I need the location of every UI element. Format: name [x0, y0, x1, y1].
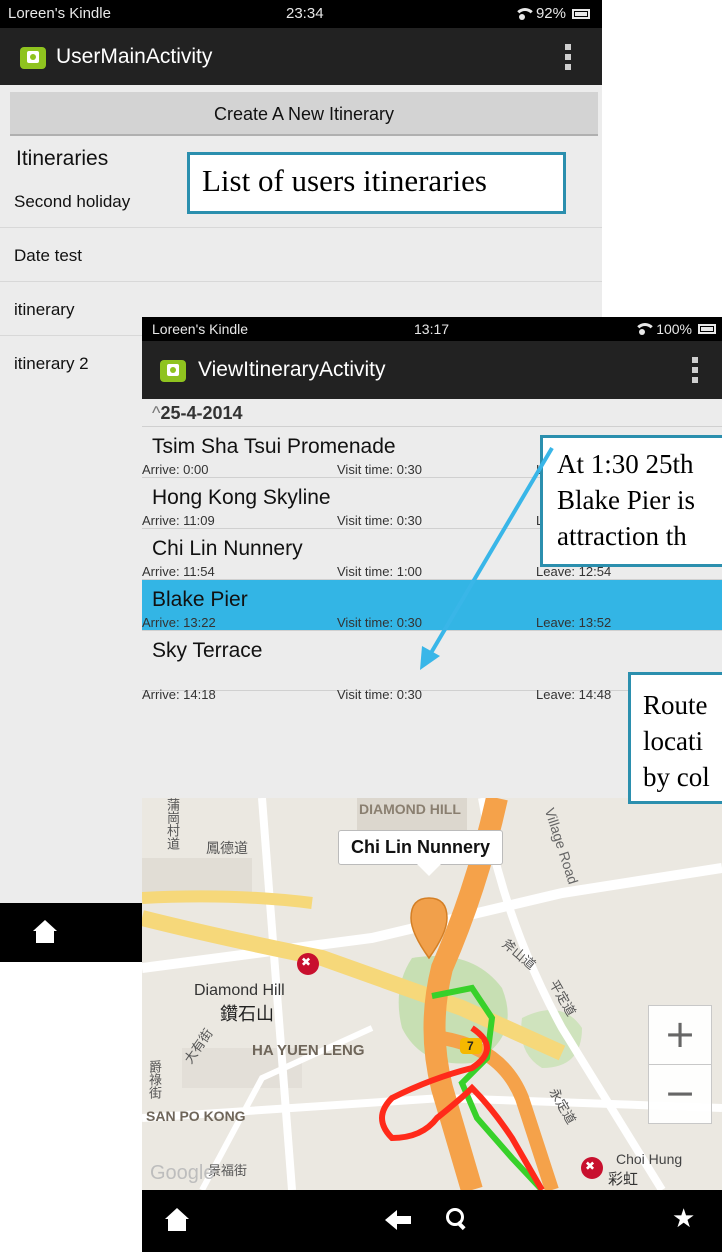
clock: 23:34: [286, 5, 324, 22]
activity-title: UserMainActivity: [56, 45, 213, 68]
star-icon[interactable]: ★: [672, 1204, 695, 1234]
wifi-icon: [513, 7, 536, 20]
callout-line: Blake Pier is: [557, 485, 695, 515]
status-bar: Loreen's Kindle 23:34 92%: [0, 0, 602, 28]
stop-arrive: Arrive: 14:18: [142, 687, 216, 702]
map-place-label: 彩虹: [608, 1170, 639, 1188]
google-logo: Google: [150, 1162, 215, 1184]
map-place-label: SAN PO KONG: [146, 1108, 246, 1124]
callout-arrow: [420, 446, 554, 670]
map-place-label: 爵祿街: [146, 1060, 161, 1099]
date-group-header[interactable]: ^25-4-2014: [142, 399, 722, 427]
battery-percent: 100%: [656, 321, 692, 337]
activity-title: ViewItineraryActivity: [198, 358, 386, 381]
stop-name: Tsim Sha Tsui Promenade: [152, 435, 396, 458]
battery-icon: [572, 8, 590, 19]
stop-visit: Visit time: 0:30: [337, 687, 423, 702]
zoom-in-button[interactable]: +: [648, 1005, 712, 1065]
stop-arrive: Arrive: 11:54: [142, 564, 215, 579]
map-place-label: HA YUEN LENG: [252, 1042, 365, 1059]
callout-current-attraction: At 1:30 25th Blake Pier is attraction th: [540, 435, 722, 567]
itinerary-label: Second holiday: [14, 192, 131, 211]
marker-info-window[interactable]: Chi Lin Nunnery: [338, 830, 503, 876]
back-arrow-icon[interactable]: [385, 1210, 411, 1230]
callout-line: locati: [643, 726, 703, 756]
map-place-label: 蒲崗村道: [164, 798, 179, 850]
stop-arrive: Arrive: 0:00: [142, 462, 209, 477]
stop-name: Chi Lin Nunnery: [152, 537, 303, 560]
callout-line: Route: [643, 690, 708, 720]
date-label: 25-4-2014: [160, 403, 243, 423]
map-place-label: 鑽石山: [220, 1004, 274, 1025]
device-name: Loreen's Kindle: [152, 321, 249, 337]
callout-route-description: Route locati by col: [628, 672, 722, 804]
clock: 13:17: [414, 321, 450, 337]
action-bar: UserMainActivity: [0, 28, 602, 85]
create-itinerary-button[interactable]: Create A New Itinerary: [10, 92, 598, 136]
zoom-out-button[interactable]: −: [648, 1064, 712, 1124]
overflow-menu-icon[interactable]: [692, 357, 698, 383]
device-name: Loreen's Kindle: [8, 5, 111, 22]
status-bar: Loreen's Kindle 13:17 100%: [142, 317, 722, 341]
map-place-label: Choi Hung: [616, 1151, 683, 1167]
stop-name: Hong Kong Skyline: [152, 486, 331, 509]
stop-leave: Leave: 14:48: [536, 687, 612, 702]
callout-line: At 1:30 25th: [557, 449, 694, 479]
mtr-icon: ✖: [585, 1159, 596, 1173]
home-icon[interactable]: [32, 920, 58, 944]
route-number-badge: 7: [467, 1039, 474, 1053]
battery-percent: 92%: [535, 5, 566, 22]
stop-name: Sky Terrace: [152, 639, 263, 662]
search-icon[interactable]: [446, 1208, 468, 1230]
itineraries-header: Itineraries: [16, 147, 109, 170]
map-place-label: Diamond Hill: [194, 982, 285, 999]
battery-icon: [698, 324, 716, 334]
stop-arrive: Arrive: 13:22: [142, 615, 216, 630]
action-bar: ViewItineraryActivity: [142, 341, 722, 399]
home-icon[interactable]: [164, 1208, 190, 1232]
wifi-icon: [634, 323, 657, 335]
stop-name: Blake Pier: [152, 588, 248, 611]
android-icon: [20, 47, 46, 69]
route-map[interactable]: DIAMOND HILL Diamond Hill 鑽石山 HA YUEN LE…: [142, 798, 722, 1190]
stop-arrive: Arrive: 11:09: [142, 513, 215, 528]
mtr-icon: ✖: [301, 955, 312, 969]
itinerary-label: itinerary: [14, 300, 75, 319]
android-icon: [160, 360, 186, 382]
nav-bar: ★: [142, 1190, 722, 1252]
map-place-label: 鳳德道: [206, 841, 248, 857]
itinerary-label: itinerary 2: [14, 354, 89, 373]
map-place-label: DIAMOND HILL: [359, 801, 461, 817]
callout-line: by col: [643, 762, 710, 792]
itinerary-label: Date test: [14, 246, 83, 265]
callout-list-description: List of users itineraries: [187, 152, 566, 214]
itinerary-item[interactable]: Date test: [0, 228, 602, 282]
callout-line: attraction th: [557, 521, 687, 551]
overflow-menu-icon[interactable]: [565, 44, 571, 70]
